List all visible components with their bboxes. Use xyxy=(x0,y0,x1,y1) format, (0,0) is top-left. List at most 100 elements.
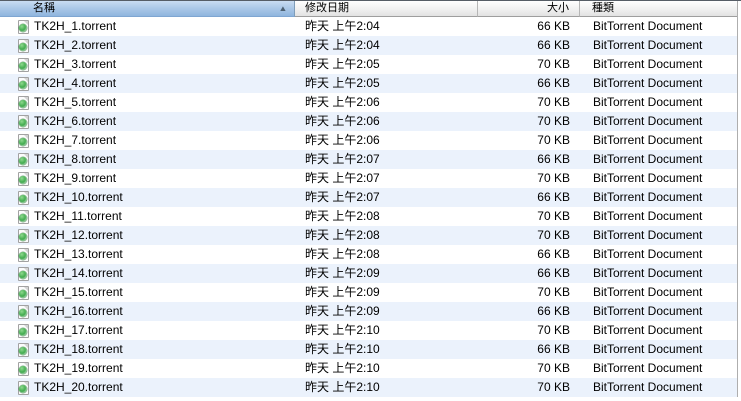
sort-ascending-icon: ▲ xyxy=(278,4,288,13)
file-kind: BitTorrent Document xyxy=(593,247,703,261)
file-kind: BitTorrent Document xyxy=(593,380,703,394)
file-name-cell: TK2H_3.torrent xyxy=(0,55,295,74)
file-row[interactable]: TK2H_12.torrent 昨天 上午2:08 70 KB BitTorre… xyxy=(0,226,737,245)
file-size: 70 KB xyxy=(537,228,570,242)
torrent-green-badge-icon xyxy=(19,308,27,317)
file-row[interactable]: TK2H_2.torrent 昨天 上午2:04 66 KB BitTorren… xyxy=(0,36,737,55)
file-name-cell: TK2H_12.torrent xyxy=(0,226,295,245)
file-name-cell: TK2H_19.torrent xyxy=(0,359,295,378)
file-row[interactable]: TK2H_20.torrent 昨天 上午2:10 70 KB BitTorre… xyxy=(0,378,737,397)
file-date-modified: 昨天 上午2:10 xyxy=(305,342,380,356)
file-row[interactable]: TK2H_14.torrent 昨天 上午2:09 66 KB BitTorre… xyxy=(0,264,737,283)
column-header-size-label: 大小 xyxy=(547,2,569,14)
torrent-document-icon xyxy=(18,304,29,319)
file-row[interactable]: TK2H_4.torrent 昨天 上午2:05 66 KB BitTorren… xyxy=(0,74,737,93)
file-name: TK2H_17.torrent xyxy=(34,323,123,337)
file-size: 66 KB xyxy=(537,266,570,280)
torrent-green-badge-icon xyxy=(19,270,27,279)
torrent-document-icon xyxy=(18,76,29,91)
file-date-modified: 昨天 上午2:09 xyxy=(305,304,380,318)
file-kind: BitTorrent Document xyxy=(593,361,703,375)
file-name-cell: TK2H_6.torrent xyxy=(0,112,295,131)
file-row[interactable]: TK2H_9.torrent 昨天 上午2:07 70 KB BitTorren… xyxy=(0,169,737,188)
torrent-green-badge-icon xyxy=(19,61,27,70)
file-kind: BitTorrent Document xyxy=(593,190,703,204)
torrent-document-icon xyxy=(18,228,29,243)
file-kind: BitTorrent Document xyxy=(593,209,703,223)
file-date-modified: 昨天 上午2:06 xyxy=(305,133,380,147)
file-name: TK2H_18.torrent xyxy=(34,342,123,356)
file-row[interactable]: TK2H_11.torrent 昨天 上午2:08 70 KB BitTorre… xyxy=(0,207,737,226)
torrent-green-badge-icon xyxy=(19,118,27,127)
file-kind: BitTorrent Document xyxy=(593,323,703,337)
torrent-document-icon xyxy=(18,361,29,376)
torrent-document-icon xyxy=(18,247,29,262)
file-row[interactable]: TK2H_1.torrent 昨天 上午2:04 66 KB BitTorren… xyxy=(0,17,737,36)
file-size: 70 KB xyxy=(537,95,570,109)
file-size: 66 KB xyxy=(537,152,570,166)
file-list-area: 名稱 ▲ 修改日期 大小 種類 TK2H_1.torrent 昨天 上午2:04… xyxy=(0,1,738,397)
file-row[interactable]: TK2H_7.torrent 昨天 上午2:06 70 KB BitTorren… xyxy=(0,131,737,150)
file-name-cell: TK2H_7.torrent xyxy=(0,131,295,150)
file-row[interactable]: TK2H_8.torrent 昨天 上午2:07 66 KB BitTorren… xyxy=(0,150,737,169)
file-size: 66 KB xyxy=(537,304,570,318)
file-date-modified: 昨天 上午2:07 xyxy=(305,152,380,166)
file-name: TK2H_5.torrent xyxy=(34,95,117,109)
column-header-name[interactable]: 名稱 ▲ xyxy=(0,1,295,17)
file-name-cell: TK2H_13.torrent xyxy=(0,245,295,264)
file-kind: BitTorrent Document xyxy=(593,266,703,280)
torrent-green-badge-icon xyxy=(19,42,27,51)
torrent-document-icon xyxy=(18,380,29,395)
file-row[interactable]: TK2H_6.torrent 昨天 上午2:06 70 KB BitTorren… xyxy=(0,112,737,131)
file-kind: BitTorrent Document xyxy=(593,19,703,33)
file-name: TK2H_3.torrent xyxy=(34,57,117,71)
file-row[interactable]: TK2H_10.torrent 昨天 上午2:07 66 KB BitTorre… xyxy=(0,188,737,207)
file-size: 66 KB xyxy=(537,190,570,204)
column-header-size[interactable]: 大小 xyxy=(478,1,580,17)
file-size: 66 KB xyxy=(537,38,570,52)
column-header-kind[interactable]: 種類 xyxy=(580,1,737,17)
torrent-green-badge-icon xyxy=(19,23,27,32)
file-kind: BitTorrent Document xyxy=(593,38,703,52)
file-name-cell: TK2H_10.torrent xyxy=(0,188,295,207)
file-row[interactable]: TK2H_13.torrent 昨天 上午2:08 66 KB BitTorre… xyxy=(0,245,737,264)
torrent-green-badge-icon xyxy=(19,365,27,374)
file-row[interactable]: TK2H_18.torrent 昨天 上午2:10 66 KB BitTorre… xyxy=(0,340,737,359)
file-kind: BitTorrent Document xyxy=(593,133,703,147)
file-name: TK2H_9.torrent xyxy=(34,171,117,185)
file-date-modified: 昨天 上午2:08 xyxy=(305,247,380,261)
torrent-document-icon xyxy=(18,133,29,148)
file-name: TK2H_2.torrent xyxy=(34,38,117,52)
file-name-cell: TK2H_2.torrent xyxy=(0,36,295,55)
file-row[interactable]: TK2H_16.torrent 昨天 上午2:09 66 KB BitTorre… xyxy=(0,302,737,321)
torrent-green-badge-icon xyxy=(19,194,27,203)
file-date-modified: 昨天 上午2:08 xyxy=(305,228,380,242)
file-size: 70 KB xyxy=(537,380,570,394)
torrent-document-icon xyxy=(18,152,29,167)
file-date-modified: 昨天 上午2:07 xyxy=(305,171,380,185)
file-kind: BitTorrent Document xyxy=(593,95,703,109)
file-row[interactable]: TK2H_5.torrent 昨天 上午2:06 70 KB BitTorren… xyxy=(0,93,737,112)
file-date-modified: 昨天 上午2:09 xyxy=(305,266,380,280)
file-kind: BitTorrent Document xyxy=(593,304,703,318)
file-name-cell: TK2H_17.torrent xyxy=(0,321,295,340)
torrent-green-badge-icon xyxy=(19,327,27,336)
file-name-cell: TK2H_15.torrent xyxy=(0,283,295,302)
file-name: TK2H_15.torrent xyxy=(34,285,123,299)
torrent-green-badge-icon xyxy=(19,175,27,184)
file-row[interactable]: TK2H_3.torrent 昨天 上午2:05 70 KB BitTorren… xyxy=(0,55,737,74)
file-date-modified: 昨天 上午2:10 xyxy=(305,323,380,337)
file-name: TK2H_12.torrent xyxy=(34,228,123,242)
file-kind: BitTorrent Document xyxy=(593,285,703,299)
file-row[interactable]: TK2H_19.torrent 昨天 上午2:10 70 KB BitTorre… xyxy=(0,359,737,378)
file-row[interactable]: TK2H_15.torrent 昨天 上午2:09 70 KB BitTorre… xyxy=(0,283,737,302)
list-column-header-bar: 名稱 ▲ 修改日期 大小 種類 xyxy=(0,1,737,17)
file-row[interactable]: TK2H_17.torrent 昨天 上午2:10 70 KB BitTorre… xyxy=(0,321,737,340)
file-name-cell: TK2H_5.torrent xyxy=(0,93,295,112)
torrent-green-badge-icon xyxy=(19,384,27,393)
torrent-green-badge-icon xyxy=(19,137,27,146)
column-header-date-modified[interactable]: 修改日期 xyxy=(295,1,478,17)
file-date-modified: 昨天 上午2:06 xyxy=(305,114,380,128)
file-date-modified: 昨天 上午2:06 xyxy=(305,95,380,109)
file-name-cell: TK2H_4.torrent xyxy=(0,74,295,93)
